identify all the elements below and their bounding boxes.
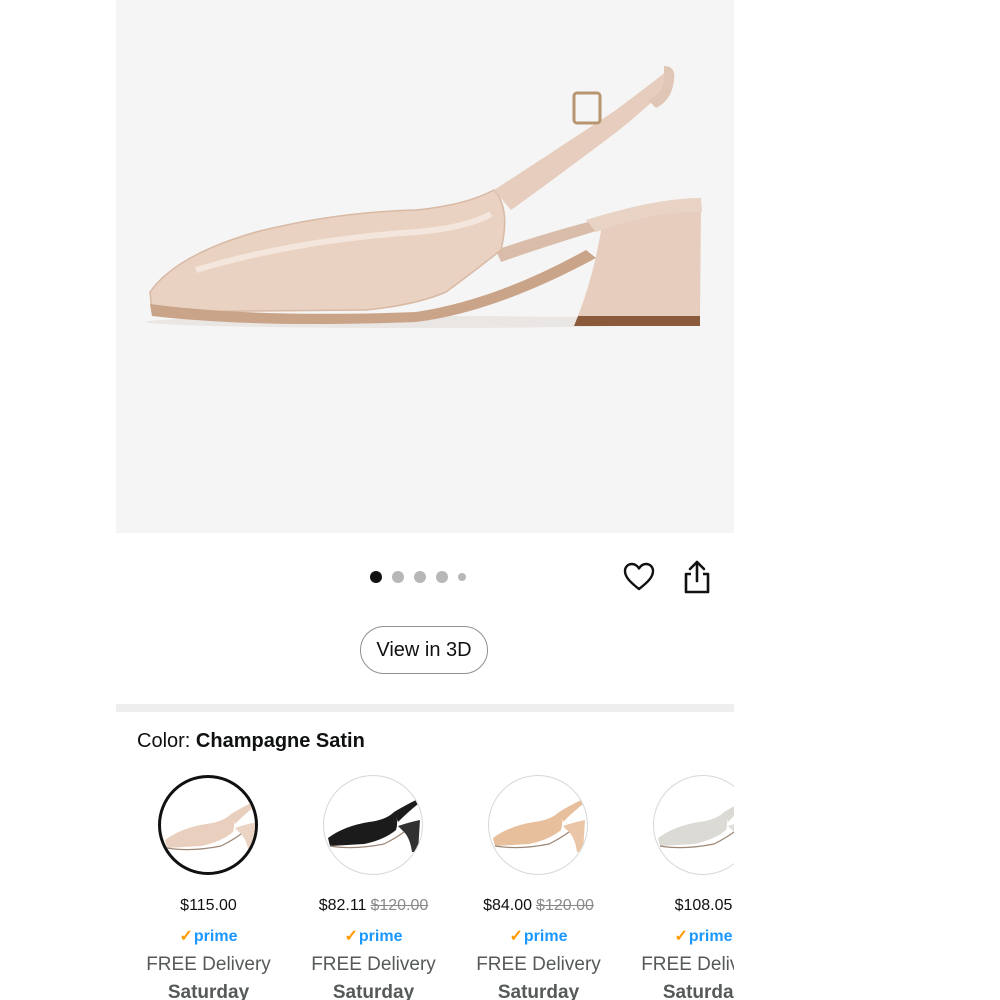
swatch-price-row: $108.05 bbox=[611, 897, 734, 915]
delivery-day: Saturday bbox=[497, 982, 580, 1000]
prime-check-icon: ✓ bbox=[344, 928, 358, 945]
color-swatch[interactable]: $108.05 ✓prime FREE Delivery Saturday bbox=[611, 775, 734, 1000]
product-panel: View in 3D Color: Champagne Satin $115.0… bbox=[116, 0, 734, 1000]
prime-label: prime bbox=[688, 928, 733, 945]
prime-label: prime bbox=[358, 928, 403, 945]
selected-color-name: Champagne Satin bbox=[195, 730, 365, 752]
prime-check-icon: ✓ bbox=[674, 928, 688, 945]
delivery-day: Saturday bbox=[662, 982, 734, 1000]
prime-badge: ✓prime bbox=[446, 926, 631, 946]
swatch-price: $108.05 bbox=[674, 897, 733, 914]
carousel-dot-5[interactable] bbox=[458, 573, 466, 581]
delivery-text: FREE Delivery bbox=[641, 954, 734, 975]
prime-badge: ✓prime bbox=[116, 926, 301, 946]
swatch-price: $84.00 bbox=[483, 897, 533, 914]
carousel-dot-2[interactable] bbox=[392, 571, 404, 583]
prime-label: prime bbox=[523, 928, 568, 945]
swatch-thumbnail[interactable] bbox=[653, 775, 734, 875]
prime-label: prime bbox=[193, 928, 238, 945]
swatch-price-row: $84.00 $120.00 bbox=[446, 897, 631, 915]
color-swatch[interactable]: $115.00 ✓prime FREE Delivery Saturday bbox=[116, 775, 281, 1000]
swatch-price: $82.11 bbox=[318, 897, 367, 914]
share-icon[interactable] bbox=[682, 559, 712, 595]
color-label: Color: bbox=[137, 730, 196, 752]
delivery-day: Saturday bbox=[332, 982, 415, 1000]
prime-badge: ✓prime bbox=[611, 926, 734, 946]
swatch-list-price: $120.00 bbox=[536, 897, 594, 914]
carousel-dot-1[interactable] bbox=[370, 571, 382, 583]
delivery-text: FREE Delivery bbox=[311, 954, 436, 975]
color-heading: Color: Champagne Satin bbox=[137, 730, 365, 753]
prime-check-icon: ✓ bbox=[509, 928, 523, 945]
product-image[interactable] bbox=[116, 0, 734, 533]
view-in-3d-button[interactable]: View in 3D bbox=[360, 626, 488, 674]
swatch-price: $115.00 bbox=[180, 897, 237, 914]
delivery-text: FREE Delivery bbox=[146, 954, 271, 975]
color-swatch[interactable]: $82.11 $120.00 ✓prime FREE Delivery Saturday bbox=[281, 775, 446, 1000]
swatch-price-row: $82.11 $120.00 bbox=[281, 897, 466, 915]
color-swatch[interactable]: $84.00 $120.00 ✓prime FREE Delivery Saturday bbox=[446, 775, 611, 1000]
carousel-dots[interactable] bbox=[370, 570, 466, 584]
shoe-illustration bbox=[146, 66, 702, 328]
swatch-thumbnail[interactable] bbox=[158, 775, 258, 875]
prime-check-icon: ✓ bbox=[179, 928, 193, 945]
swatch-thumbnail[interactable] bbox=[488, 775, 588, 875]
swatch-thumbnail[interactable] bbox=[323, 775, 423, 875]
section-divider bbox=[116, 704, 734, 712]
carousel-dot-3[interactable] bbox=[414, 571, 426, 583]
heart-icon[interactable] bbox=[622, 560, 656, 594]
swatch-price-row: $115.00 bbox=[116, 897, 301, 915]
prime-badge: ✓prime bbox=[281, 926, 466, 946]
swatch-list-price: $120.00 bbox=[370, 897, 429, 914]
delivery-text: FREE Delivery bbox=[476, 954, 601, 975]
carousel-dot-4[interactable] bbox=[436, 571, 448, 583]
delivery-day: Saturday bbox=[167, 982, 250, 1000]
